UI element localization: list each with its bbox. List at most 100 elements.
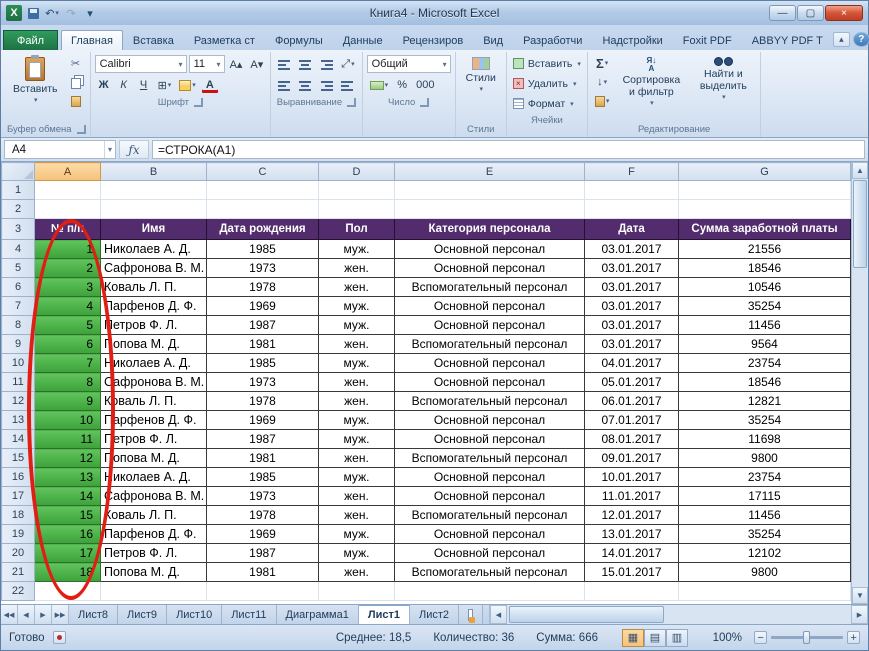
cell-F6[interactable]: 03.01.2017 bbox=[584, 277, 679, 297]
cell-F16[interactable]: 10.01.2017 bbox=[584, 467, 679, 487]
scroll-up-icon[interactable]: ▲ bbox=[852, 162, 868, 179]
paste-button[interactable]: Вставить ▾ bbox=[7, 54, 64, 110]
cell-D9[interactable]: жен. bbox=[318, 334, 395, 354]
last-sheet-button[interactable]: ▶▶ bbox=[52, 605, 69, 624]
column-header-G[interactable]: G bbox=[678, 162, 851, 181]
cell-F11[interactable]: 05.01.2017 bbox=[584, 372, 679, 392]
format-cells-button[interactable]: Формат ▾ bbox=[511, 94, 583, 113]
cell-D10[interactable]: муж. bbox=[318, 353, 395, 373]
row-header-4[interactable]: 4 bbox=[1, 239, 35, 259]
cell-B17[interactable]: Сафронова В. М. bbox=[100, 486, 207, 506]
cell-B3[interactable]: Имя bbox=[100, 218, 207, 240]
zoom-track[interactable] bbox=[771, 631, 843, 644]
row-header-16[interactable]: 16 bbox=[1, 467, 35, 487]
cell-B13[interactable]: Парфенов Д. Ф. bbox=[100, 410, 207, 430]
row-header-15[interactable]: 15 bbox=[1, 448, 35, 468]
cell-A3[interactable]: № п/п bbox=[34, 218, 101, 240]
cell-C4[interactable]: 1985 bbox=[206, 239, 319, 259]
row-header-5[interactable]: 5 bbox=[1, 258, 35, 278]
cell-A14[interactable]: 11 bbox=[34, 429, 101, 449]
cell-G3[interactable]: Сумма заработной платы bbox=[678, 218, 851, 240]
undo-button[interactable]: ↶ ▾ bbox=[44, 5, 60, 21]
ribbon-tab-3[interactable]: Разметка ст bbox=[184, 30, 265, 50]
cell-C9[interactable]: 1981 bbox=[206, 334, 319, 354]
cell-C12[interactable]: 1978 bbox=[206, 391, 319, 411]
currency-format-button[interactable]: ▾ bbox=[367, 76, 392, 94]
cut-button[interactable]: ✂ bbox=[67, 54, 85, 72]
cell-E14[interactable]: Основной персонал bbox=[394, 429, 585, 449]
column-header-A[interactable]: A bbox=[34, 162, 101, 181]
cell-B16[interactable]: Николаев А. Д. bbox=[100, 467, 207, 487]
cell-G2[interactable] bbox=[678, 199, 851, 219]
sheet-tab-Лист9[interactable]: Лист9 bbox=[118, 605, 168, 624]
clear-button[interactable]: ▾ bbox=[592, 92, 613, 110]
cell-C5[interactable]: 1973 bbox=[206, 258, 319, 278]
cell-B6[interactable]: Коваль Л. П. bbox=[100, 277, 207, 297]
ribbon-tab-9[interactable]: Надстройки bbox=[592, 30, 672, 50]
close-button[interactable]: × bbox=[825, 5, 863, 21]
sheet-tab-Лист2[interactable]: Лист2 bbox=[409, 605, 459, 624]
borders-button[interactable]: ⊞ ▾ bbox=[155, 76, 175, 94]
minimize-ribbon-icon[interactable]: ▴ bbox=[832, 32, 850, 47]
cell-B7[interactable]: Парфенов Д. Ф. bbox=[100, 296, 207, 316]
ribbon-tab-2[interactable]: Вставка bbox=[123, 30, 184, 50]
zoom-slider[interactable]: − + bbox=[754, 631, 860, 644]
normal-view-button[interactable]: ▦ bbox=[622, 628, 644, 647]
cell-B1[interactable] bbox=[100, 180, 207, 200]
cell-D8[interactable]: муж. bbox=[318, 315, 395, 335]
cell-C21[interactable]: 1981 bbox=[206, 562, 319, 582]
save-button[interactable] bbox=[25, 5, 41, 21]
align-top-button[interactable] bbox=[275, 55, 294, 73]
row-header-21[interactable]: 21 bbox=[1, 562, 35, 582]
fill-color-button[interactable]: ▾ bbox=[176, 76, 199, 94]
row-header-1[interactable]: 1 bbox=[1, 180, 35, 200]
cell-B11[interactable]: Сафронова В. М. bbox=[100, 372, 207, 392]
find-select-button[interactable]: Найти и выделить ▾ bbox=[690, 54, 756, 107]
cell-G18[interactable]: 11456 bbox=[678, 505, 851, 525]
cell-D19[interactable]: муж. bbox=[318, 524, 395, 544]
row-header-6[interactable]: 6 bbox=[1, 277, 35, 297]
dialog-launcher-icon[interactable] bbox=[347, 98, 357, 107]
cell-B22[interactable] bbox=[100, 581, 207, 601]
cell-E13[interactable]: Основной персонал bbox=[394, 410, 585, 430]
cell-B2[interactable] bbox=[100, 199, 207, 219]
cell-B12[interactable]: Коваль Л. П. bbox=[100, 391, 207, 411]
record-macro-icon[interactable] bbox=[52, 631, 66, 644]
decrease-font-button[interactable]: A▾ bbox=[247, 55, 266, 73]
cell-C15[interactable]: 1981 bbox=[206, 448, 319, 468]
cell-D15[interactable]: жен. bbox=[318, 448, 395, 468]
font-name-select[interactable]: Calibri ▾ bbox=[94, 55, 187, 73]
cell-D17[interactable]: жен. bbox=[318, 486, 395, 506]
cell-A19[interactable]: 16 bbox=[34, 524, 101, 544]
row-header-9[interactable]: 9 bbox=[1, 334, 35, 354]
cell-F9[interactable]: 03.01.2017 bbox=[584, 334, 679, 354]
cell-F1[interactable] bbox=[584, 180, 679, 200]
ribbon-tab-7[interactable]: Вид bbox=[473, 30, 513, 50]
column-header-D[interactable]: D bbox=[318, 162, 395, 181]
delete-cells-button[interactable]: × Удалить ▾ bbox=[511, 74, 583, 93]
ribbon-tab-file[interactable]: Файл bbox=[3, 30, 59, 50]
cell-E19[interactable]: Основной персонал bbox=[394, 524, 585, 544]
cell-A21[interactable]: 18 bbox=[34, 562, 101, 582]
cell-E5[interactable]: Основной персонал bbox=[394, 258, 585, 278]
cell-D22[interactable] bbox=[318, 581, 395, 601]
cell-C16[interactable]: 1985 bbox=[206, 467, 319, 487]
cell-D12[interactable]: жен. bbox=[318, 391, 395, 411]
cell-A10[interactable]: 7 bbox=[34, 353, 101, 373]
cell-G11[interactable]: 18546 bbox=[678, 372, 851, 392]
percent-format-button[interactable]: % bbox=[393, 76, 411, 94]
row-header-10[interactable]: 10 bbox=[1, 353, 35, 373]
cell-B10[interactable]: Николаев А. Д. bbox=[100, 353, 207, 373]
cell-F18[interactable]: 12.01.2017 bbox=[584, 505, 679, 525]
row-header-22[interactable]: 22 bbox=[1, 581, 35, 601]
page-layout-view-button[interactable]: ▤ bbox=[644, 628, 666, 647]
align-bottom-button[interactable] bbox=[317, 55, 336, 73]
wrap-text-button[interactable] bbox=[338, 76, 357, 94]
ribbon-tab-4[interactable]: Формулы bbox=[265, 30, 333, 50]
cell-C6[interactable]: 1978 bbox=[206, 277, 319, 297]
cell-D7[interactable]: муж. bbox=[318, 296, 395, 316]
thousands-separator-button[interactable]: 000 bbox=[413, 76, 437, 94]
column-header-E[interactable]: E bbox=[394, 162, 585, 181]
next-sheet-button[interactable]: ▶ bbox=[35, 605, 52, 624]
cell-B21[interactable]: Попова М. Д. bbox=[100, 562, 207, 582]
